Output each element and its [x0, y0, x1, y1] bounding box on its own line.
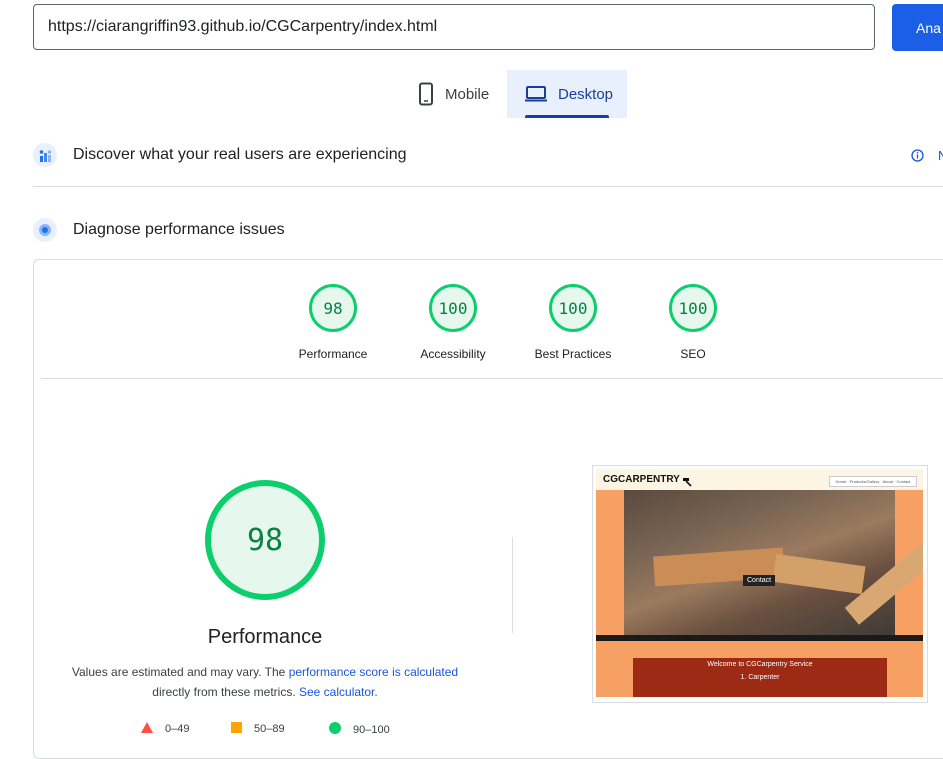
score-gauge-seo[interactable]: 100 SEO: [633, 284, 753, 361]
score-calculated-link[interactable]: performance score is calculated: [289, 665, 458, 679]
score-label: Best Practices: [534, 347, 612, 361]
page-screenshot: CGCARPENTRY Home · Products/Gallery · Ab…: [596, 469, 923, 697]
vertical-divider: [512, 537, 513, 633]
screenshot-welcome: Welcome to CGCarpentry Service: [707, 661, 813, 668]
mobile-phone-icon: [417, 82, 435, 106]
score-value: 98: [309, 284, 357, 332]
real-users-link[interactable]: N: [938, 148, 943, 163]
scores-divider: [41, 378, 943, 379]
see-calculator-link[interactable]: See calculator.: [299, 685, 378, 699]
screenshot-nav-links: Home · Products/Gallery · About · Contac…: [829, 476, 917, 487]
score-label: SEO: [680, 347, 706, 361]
real-users-title: Discover what your real users are experi…: [73, 146, 407, 163]
tab-desktop[interactable]: Desktop: [507, 70, 627, 118]
score-gauge-accessibility[interactable]: 100 Accessibility: [393, 284, 513, 361]
tab-desktop-label: Desktop: [558, 85, 614, 103]
performance-title: Performance: [207, 626, 323, 648]
triangle-icon: [141, 722, 153, 736]
screenshot-brand: CGCARPENTRY: [603, 474, 680, 485]
diagnose-section: Diagnose performance issues: [33, 218, 285, 242]
score-value: 100: [669, 284, 717, 332]
real-users-section[interactable]: Discover what your real users are experi…: [33, 143, 406, 167]
screenshot-heading: 1. Carpenter: [740, 674, 780, 681]
tab-active-indicator: [525, 115, 609, 118]
score-value: 100: [549, 284, 597, 332]
legend-fail: 0–49: [141, 722, 189, 736]
laptop-icon: [524, 85, 548, 103]
note-text-2: directly from these metrics.: [152, 685, 296, 699]
lighthouse-icon: [33, 218, 57, 242]
screenshot-contact-label: Contact: [743, 575, 776, 586]
performance-gauge: 98: [205, 480, 325, 600]
analyze-button[interactable]: Ana: [892, 4, 943, 51]
crux-users-icon: [33, 143, 57, 167]
screenshot-shadow-bar: [596, 635, 923, 641]
screenshot-welcome-box: Welcome to CGCarpentry Service 1. Carpen…: [633, 658, 887, 697]
legend-range: 0–49: [165, 723, 190, 735]
performance-note: Values are estimated and may vary. The p…: [62, 665, 468, 679]
score-gauge-performance[interactable]: 98 Performance: [273, 284, 393, 361]
performance-note-line2: directly from these metrics. See calcula…: [62, 685, 468, 699]
square-icon: [231, 722, 242, 736]
tab-mobile[interactable]: Mobile: [407, 70, 507, 118]
note-text: Values are estimated and may vary. The: [71, 665, 286, 679]
score-label: Accessibility: [420, 347, 486, 361]
score-value: 100: [429, 284, 477, 332]
legend-range: 50–89: [254, 723, 285, 735]
carpentry-photo: Contact: [624, 490, 923, 638]
url-input[interactable]: [33, 4, 875, 50]
wood-plank: [772, 553, 866, 595]
score-gauge-best-practices[interactable]: 100 Best Practices: [513, 284, 633, 361]
section-divider: [33, 186, 943, 187]
info-icon[interactable]: [911, 149, 924, 167]
legend-average: 50–89: [231, 722, 285, 736]
legend-pass: 90–100: [329, 722, 390, 737]
screenshot-navbar: CGCARPENTRY Home · Products/Gallery · Ab…: [596, 469, 923, 490]
circle-icon: [329, 722, 341, 737]
tab-mobile-label: Mobile: [445, 85, 490, 103]
legend-range: 90–100: [353, 723, 390, 736]
score-label: Performance: [298, 347, 368, 361]
diagnose-title: Diagnose performance issues: [73, 221, 285, 238]
